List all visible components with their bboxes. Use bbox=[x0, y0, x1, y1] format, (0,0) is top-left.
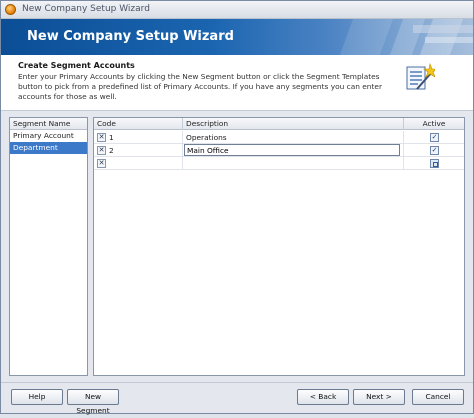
accounts-grid: Code Description Active ✕ 1 Operations ✓… bbox=[93, 117, 465, 376]
delete-x-icon[interactable]: ✕ bbox=[97, 146, 106, 155]
wizard-banner: New Company Setup Wizard bbox=[1, 19, 473, 55]
segment-item-department[interactable]: Department bbox=[10, 142, 87, 154]
step-title: Create Segment Accounts bbox=[18, 61, 135, 70]
delete-x-icon[interactable]: ✕ bbox=[97, 159, 106, 168]
active-cell[interactable]: ✓ bbox=[404, 144, 464, 157]
next-button[interactable]: Next > bbox=[353, 389, 405, 405]
active-cell[interactable]: ✓ bbox=[404, 131, 464, 144]
grid-header: Code Description Active bbox=[94, 118, 464, 130]
code-cell[interactable]: ✕ 1 bbox=[94, 131, 183, 144]
help-button[interactable]: Help bbox=[11, 389, 63, 405]
column-header-active[interactable]: Active bbox=[404, 118, 464, 130]
app-orb-icon[interactable] bbox=[5, 4, 16, 15]
code-cell[interactable]: ✕ bbox=[94, 157, 183, 170]
wizard-window: New Company Setup Wizard New Company Set… bbox=[0, 0, 474, 415]
code-value: 1 bbox=[109, 133, 114, 142]
window-title: New Company Setup Wizard bbox=[22, 4, 150, 14]
segment-list-header: Segment Name bbox=[10, 118, 87, 130]
description-input[interactable] bbox=[184, 144, 400, 156]
step-description: Enter your Primary Accounts by clicking … bbox=[18, 72, 382, 101]
new-segment-button[interactable]: New Segment bbox=[67, 389, 119, 415]
segment-list: Segment Name Primary Account Department bbox=[9, 117, 88, 376]
cancel-button[interactable]: Cancel bbox=[412, 389, 464, 405]
description-cell[interactable]: Operations bbox=[183, 131, 404, 144]
column-header-code[interactable]: Code bbox=[94, 118, 183, 130]
active-cell[interactable] bbox=[404, 157, 464, 170]
footer-divider bbox=[1, 382, 473, 383]
title-bar: New Company Setup Wizard bbox=[1, 1, 473, 19]
back-button[interactable]: < Back bbox=[297, 389, 349, 405]
checkbox-icon[interactable] bbox=[430, 159, 439, 168]
checkbox-icon[interactable]: ✓ bbox=[430, 133, 439, 142]
description-cell[interactable] bbox=[183, 157, 404, 170]
step-header: Create Segment Accounts Enter your Prima… bbox=[1, 55, 473, 111]
segment-item-primary-account[interactable]: Primary Account bbox=[10, 130, 87, 142]
table-row[interactable]: ✕ 2 ✓ bbox=[94, 144, 464, 157]
code-value: 2 bbox=[109, 146, 114, 155]
column-header-description[interactable]: Description bbox=[183, 118, 404, 130]
delete-x-icon[interactable]: ✕ bbox=[97, 133, 106, 142]
new-row[interactable]: ✕ bbox=[94, 157, 464, 170]
code-cell[interactable]: ✕ 2 bbox=[94, 144, 183, 157]
wizard-wand-icon bbox=[406, 62, 435, 90]
table-row[interactable]: ✕ 1 Operations ✓ bbox=[94, 131, 464, 144]
banner-title: New Company Setup Wizard bbox=[27, 29, 234, 44]
checkbox-icon[interactable]: ✓ bbox=[430, 146, 439, 155]
banner-decoration-icon bbox=[338, 19, 473, 55]
description-cell[interactable] bbox=[183, 144, 404, 157]
